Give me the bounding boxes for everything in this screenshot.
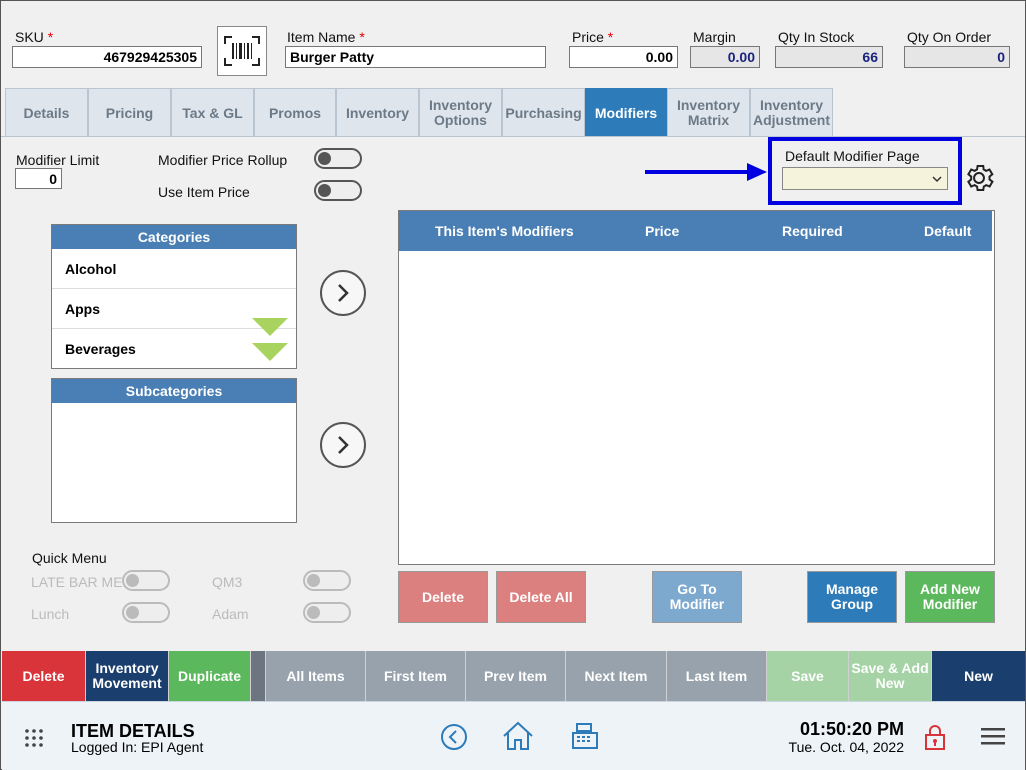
chevron-right-icon [338,284,349,302]
quick-menu-toggle[interactable] [122,570,170,591]
price-label: Price * [572,29,614,45]
qty-in-stock-label: Qty In Stock [778,29,855,45]
subcategories-list: Subcategories [51,378,297,523]
tab-inventory-options[interactable]: Inventory Options [419,88,502,137]
add-category-button[interactable] [320,270,366,316]
quick-menu-label: Quick Menu [32,550,107,566]
subcategories-header: Subcategories [52,379,296,403]
qty-on-order-value: 0 [904,46,1010,68]
default-modifier-page-select[interactable] [782,167,948,190]
hamburger-menu-icon[interactable] [980,726,1006,746]
delete-all-button[interactable]: Delete All [496,571,586,623]
column-header: Required [782,223,843,239]
quick-menu-item-label: LATE BAR MENU [31,574,127,590]
barcode-icon [224,36,260,66]
item-header: SKU * 467929425305 Item Name * Burger Pa… [1,1,1025,88]
apps-grid-icon[interactable] [24,728,44,748]
categories-header: Categories [52,225,296,249]
price-rollup-label: Modifier Price Rollup [158,152,288,168]
sku-field[interactable]: 467929425305 [12,46,202,68]
register-icon[interactable] [570,722,600,750]
back-icon[interactable] [440,723,468,751]
categories-list: Categories Alcohol Apps Beverages [51,224,297,369]
quick-menu-item-label: QM3 [212,574,243,590]
next-item-button[interactable]: Next Item [566,651,667,701]
bar-spacer [251,651,266,701]
price-rollup-toggle[interactable] [314,148,362,169]
column-header: Default [924,223,972,239]
add-subcategory-button[interactable] [320,422,366,468]
gear-icon[interactable] [962,161,996,195]
logged-in-user: Logged In: EPI Agent [71,739,204,755]
record-action-bar: Delete Inventory Movement Duplicate All … [2,651,1025,701]
tab-inventory[interactable]: Inventory [336,88,419,137]
use-item-price-label: Use Item Price [158,184,250,200]
tab-promos[interactable]: Promos [254,88,336,137]
manage-group-button[interactable]: Manage Group [807,571,897,623]
go-to-modifier-button[interactable]: Go To Modifier [652,571,742,623]
sku-label: SKU * [15,29,54,45]
home-icon[interactable] [502,721,534,751]
tab-details[interactable]: Details [5,88,88,137]
annotation-arrow [645,163,767,181]
tab-pricing[interactable]: Pricing [88,88,171,137]
prev-item-button[interactable]: Prev Item [466,651,566,701]
save-add-new-button[interactable]: Save & Add New [849,651,932,701]
tab-purchasing[interactable]: Purchasing [502,88,585,137]
clock-date: Tue. Oct. 04, 2022 [788,739,904,755]
first-item-button[interactable]: First Item [366,651,466,701]
modifiers-panel: Modifier Limit 0 Modifier Price Rollup U… [2,137,1025,650]
tab-inventory-adjustment[interactable]: Inventory Adjustment [750,88,833,137]
quick-menu-toggle[interactable] [303,570,351,591]
chevron-down-icon [932,176,942,183]
qty-in-stock-value: 66 [775,46,883,68]
quick-menu-toggle[interactable] [303,602,351,623]
item-name-field[interactable]: Burger Patty [285,46,546,68]
qty-on-order-label: Qty On Order [907,29,992,45]
modifier-limit-field[interactable]: 0 [15,168,62,189]
default-modifier-page-label: Default Modifier Page [785,148,920,164]
new-item-button[interactable]: New [932,651,1025,701]
column-header: Price [645,223,680,239]
price-field[interactable]: 0.00 [569,46,678,68]
column-header: This Item's Modifiers [435,223,574,239]
chevron-right-icon [338,436,349,454]
delete-item-button[interactable]: Delete [2,651,86,701]
last-item-button[interactable]: Last Item [667,651,767,701]
category-item[interactable]: Alcohol [52,249,296,289]
grid-header: This Item's Modifiers Price Required Def… [399,211,992,251]
add-new-modifier-button[interactable]: Add New Modifier [905,571,995,623]
inventory-movement-button[interactable]: Inventory Movement [86,651,169,701]
clock-time: 01:50:20 PM [799,719,904,739]
duplicate-button[interactable]: Duplicate [169,651,251,701]
margin-label: Margin [693,29,736,45]
tab-inventory-matrix[interactable]: Inventory Matrix [667,88,750,137]
delete-modifier-button[interactable]: Delete [398,571,488,623]
all-items-button[interactable]: All Items [266,651,366,701]
app-window: SKU * 467929425305 Item Name * Burger Pa… [0,0,1026,770]
barcode-scan-button[interactable] [217,26,267,76]
quick-menu-toggle[interactable] [122,602,170,623]
tab-bar: Details Pricing Tax & GL Promos Inventor… [5,88,833,137]
margin-value: 0.00 [690,46,760,68]
quick-menu-item-label: Adam [212,606,249,622]
tab-modifiers[interactable]: Modifiers [585,88,667,137]
tab-tax-gl[interactable]: Tax & GL [171,88,254,137]
quick-menu-item-label: Lunch [31,606,70,622]
modifier-limit-label: Modifier Limit [16,152,100,168]
save-button[interactable]: Save [767,651,849,701]
use-item-price-toggle[interactable] [314,180,362,201]
item-modifiers-grid: This Item's Modifiers Price Required Def… [398,210,995,565]
status-footer: ITEM DETAILS Logged In: EPI Agent 01:50:… [2,701,1025,770]
scroll-down-icon[interactable] [251,317,289,363]
lock-icon[interactable] [924,723,946,751]
item-name-label: Item Name * [287,29,365,45]
